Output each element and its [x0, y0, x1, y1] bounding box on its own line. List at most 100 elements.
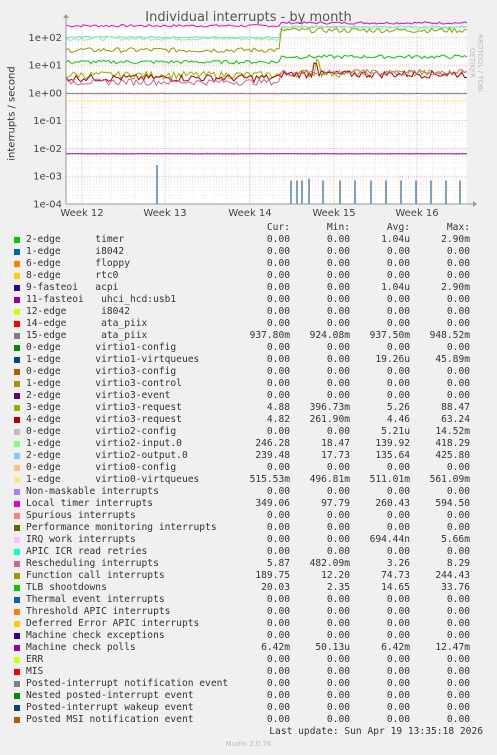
- legend-value-avg: 0.00: [386, 390, 410, 401]
- legend-row: 8-edge rtc0 0.00 0.00 0.00 0.00: [0, 270, 497, 282]
- legend-value-avg: 4.46: [386, 414, 410, 425]
- legend-row: APIC ICR read retries 0.00 0.00 0.00 0.00: [0, 546, 497, 558]
- legend-label: MIS: [26, 666, 44, 677]
- x-tick-label: Week 12: [60, 208, 103, 219]
- legend-value-cur: 515.53m: [249, 474, 290, 485]
- legend-value-min: 0.00: [326, 342, 350, 353]
- legend-value-max: 0.00: [446, 486, 470, 497]
- legend-value-avg: 0.00: [386, 546, 410, 557]
- legend-label: 14-edge ata_piix: [26, 318, 148, 329]
- x-tick-label: Week 15: [312, 208, 355, 219]
- legend-swatch: [14, 717, 20, 723]
- munin-version: Munin 2.0.76: [225, 740, 272, 748]
- legend-swatch: [14, 561, 20, 567]
- legend-value-min: 0.00: [326, 390, 350, 401]
- legend-row: 0-edge virtio1-config 0.00 0.00 0.00 0.00: [0, 342, 497, 354]
- legend-value-cur: 0.00: [266, 594, 290, 605]
- legend-value-cur: 20.03: [261, 582, 290, 593]
- legend-value-cur: 0.00: [266, 378, 290, 389]
- legend-label: 6-edge floppy: [26, 258, 130, 269]
- legend-value-max: 594.50: [435, 498, 470, 509]
- y-tick-label: 1e+02: [28, 33, 62, 44]
- legend-swatch: [14, 621, 20, 627]
- legend-swatch: [14, 393, 20, 399]
- y-axis-arrow: [63, 14, 69, 18]
- legend-value-min: 0.00: [326, 234, 350, 245]
- legend-swatch: [14, 321, 20, 327]
- legend-value-min: 0.00: [326, 366, 350, 377]
- legend-value-min: 0.00: [326, 426, 350, 437]
- legend-row: 2-edge virtio3-event 0.00 0.00 0.00 0.00: [0, 390, 497, 402]
- legend-swatch: [14, 405, 20, 411]
- legend-value-cur: 0.00: [266, 426, 290, 437]
- legend-value-max: 0.00: [446, 594, 470, 605]
- legend-value-max: 0.00: [446, 258, 470, 269]
- legend-value-max: 561.09m: [429, 474, 470, 485]
- legend-row: 4-edge virtio3-request 4.82 261.90m 4.46 63.…: [0, 414, 497, 426]
- legend-value-avg: 14.65: [381, 582, 410, 593]
- legend-swatch: [14, 369, 20, 375]
- legend-label: 4-edge virtio3-request: [26, 414, 182, 425]
- legend-swatch: [14, 333, 20, 339]
- legend-swatch: [14, 309, 20, 315]
- legend-value-min: 924.08m: [309, 330, 350, 341]
- x-axis-arrow: [473, 201, 477, 207]
- legend-value-cur: 0.00: [266, 702, 290, 713]
- legend-label: Posted-interrupt wakeup event: [26, 702, 194, 713]
- legend-swatch: [14, 417, 20, 423]
- legend-value-min: 0.00: [326, 678, 350, 689]
- legend-value-avg: 0.00: [386, 630, 410, 641]
- legend-value-min: 0.00: [326, 258, 350, 269]
- legend-label: 1-edge i8042: [26, 246, 125, 257]
- legend-value-min: 2.35: [326, 582, 350, 593]
- legend-swatch: [14, 573, 20, 579]
- legend-value-max: 0.00: [446, 666, 470, 677]
- legend-value-avg: 0.00: [386, 258, 410, 269]
- legend-value-cur: 4.82: [266, 414, 290, 425]
- legend-row: 14-edge ata_piix 0.00 0.00 0.00 0.00: [0, 318, 497, 330]
- legend-swatch: [14, 429, 20, 435]
- legend-swatch: [14, 669, 20, 675]
- legend-value-avg: 0.00: [386, 306, 410, 317]
- legend-value-avg: 0.00: [386, 618, 410, 629]
- legend-row: Machine check polls 6.42m 50.13u 6.42m 12.47…: [0, 642, 497, 654]
- legend-value-avg: 0.00: [386, 678, 410, 689]
- legend-value-max: 2.90m: [441, 234, 470, 245]
- legend-value-avg: 511.01m: [369, 474, 410, 485]
- legend-value-max: 0.00: [446, 630, 470, 641]
- legend-value-max: 0.00: [446, 378, 470, 389]
- legend-label: 1-edge virtio3-control: [26, 378, 182, 389]
- legend-value-avg: 0.00: [386, 510, 410, 521]
- legend-value-cur: 0.00: [266, 630, 290, 641]
- legend-swatch: [14, 273, 20, 279]
- legend-label: IRQ work interrupts: [26, 534, 136, 545]
- chart-plot: 1e-04 1e-03 1e-02 1e-01 1e+00 1e+01 1e+02 Week …: [28, 14, 477, 219]
- legend-value-max: 0.00: [446, 522, 470, 533]
- legend-value-avg: 0.00: [386, 690, 410, 701]
- legend-value-cur: 239.48: [255, 450, 290, 461]
- legend-label: APIC ICR read retries: [26, 546, 148, 557]
- legend-label: 2-edge timer: [26, 234, 125, 245]
- legend-label: Posted-interrupt notification event: [26, 678, 229, 689]
- legend-value-max: 948.52m: [429, 330, 470, 341]
- legend-value-min: 0.00: [326, 246, 350, 257]
- legend-value-max: 0.00: [446, 714, 470, 725]
- legend-value-avg: 3.26: [386, 558, 410, 569]
- legend-label: 1-edge virtio2-input.0: [26, 438, 182, 449]
- legend-value-avg: 6.42m: [381, 642, 410, 653]
- legend-value-cur: 0.00: [266, 534, 290, 545]
- legend-value-avg: 0.00: [386, 270, 410, 281]
- legend-value-cur: 0.00: [266, 318, 290, 329]
- legend-label: Non-maskable interrupts: [26, 486, 159, 497]
- legend-value-max: 0.00: [446, 678, 470, 689]
- legend-value-cur: 246.28: [255, 438, 290, 449]
- legend-value-min: 0.00: [326, 462, 350, 473]
- legend-value-cur: 0.00: [266, 282, 290, 293]
- legend-value-min: 0.00: [326, 354, 350, 365]
- legend-swatch: [14, 525, 20, 531]
- legend-value-cur: 0.00: [266, 714, 290, 725]
- legend-label: Machine check exceptions: [26, 630, 165, 641]
- legend-swatch: [14, 585, 20, 591]
- legend-swatch: [14, 633, 20, 639]
- legend-value-cur: 0.00: [266, 546, 290, 557]
